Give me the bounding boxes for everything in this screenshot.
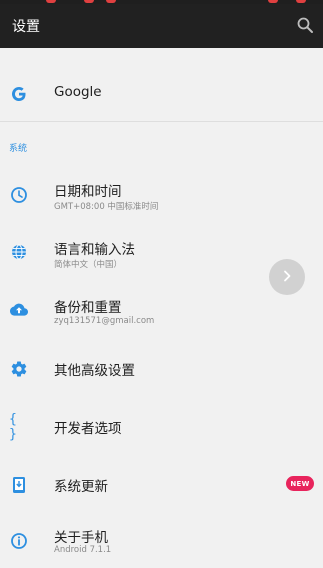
section-label-system: 系统 xyxy=(9,144,28,154)
globe-icon xyxy=(9,242,29,262)
status-icon xyxy=(84,0,94,3)
google-label: Google xyxy=(54,84,102,100)
google-item[interactable]: Google xyxy=(0,70,323,118)
item-title: 开发者选项 xyxy=(54,421,122,437)
settings-item-advanced[interactable]: 其他高级设置 xyxy=(0,348,323,390)
item-title: 日期和时间 xyxy=(54,184,122,200)
new-badge: NEW xyxy=(286,476,314,491)
item-subtitle: GMT+08:00 中国标准时间 xyxy=(54,202,159,212)
item-title: 语言和输入法 xyxy=(54,242,135,258)
item-title: 关于手机 xyxy=(54,530,108,546)
app-bar: 设置 xyxy=(0,4,323,48)
system-update-icon xyxy=(9,475,29,495)
item-title: 其他高级设置 xyxy=(54,363,135,379)
settings-item-backup-reset[interactable]: 备份和重置 zyq131571@gmail.com xyxy=(0,288,323,338)
page-title: 设置 xyxy=(12,19,40,35)
status-icon xyxy=(46,0,56,3)
braces-icon: { } xyxy=(9,412,18,442)
settings-item-about-phone[interactable]: 关于手机 Android 7.1.1 xyxy=(0,522,323,568)
item-subtitle: 简体中文（中国） xyxy=(54,260,123,270)
settings-item-date-time[interactable]: 日期和时间 GMT+08:00 中国标准时间 xyxy=(0,172,323,222)
gear-icon xyxy=(9,359,29,379)
google-g-icon xyxy=(9,84,29,104)
floating-forward-button[interactable] xyxy=(269,259,305,295)
status-icon xyxy=(268,0,278,3)
settings-item-developer-options[interactable]: { } 开发者选项 xyxy=(0,406,323,448)
item-title: 系统更新 xyxy=(54,479,108,495)
settings-list: Google 系统 日期和时间 GMT+08:00 中国标准时间 语言和输入法 … xyxy=(0,48,323,568)
item-subtitle: Android 7.1.1 xyxy=(54,545,112,555)
info-icon xyxy=(9,531,29,551)
settings-item-system-update[interactable]: 系统更新 NEW xyxy=(0,464,323,506)
cloud-upload-icon xyxy=(9,300,29,320)
status-icon xyxy=(106,0,116,3)
search-icon[interactable] xyxy=(296,16,314,34)
status-icon xyxy=(296,0,306,3)
item-subtitle: zyq131571@gmail.com xyxy=(54,316,155,326)
chevron-right-icon xyxy=(280,268,294,287)
clock-icon xyxy=(9,185,29,205)
item-title: 备份和重置 xyxy=(54,300,122,316)
divider xyxy=(0,121,323,122)
